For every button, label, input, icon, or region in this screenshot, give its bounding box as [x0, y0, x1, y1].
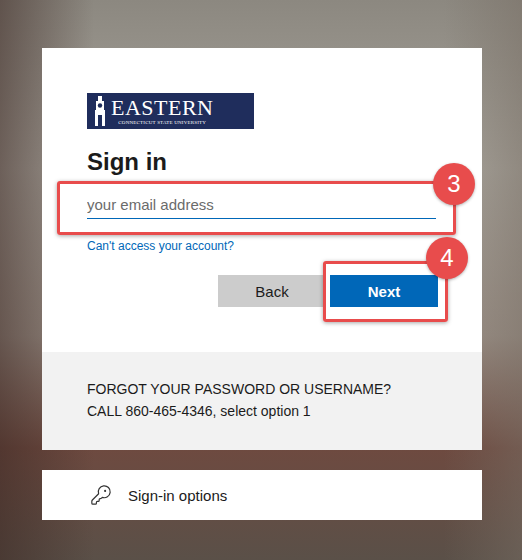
sign-in-card: EASTERNCONNECTICUT STATE UNIVERSITY Sign …	[42, 48, 482, 450]
university-logo: EASTERNCONNECTICUT STATE UNIVERSITY	[87, 93, 254, 129]
sign-in-title: Sign in	[87, 147, 436, 177]
email-input[interactable]	[87, 191, 436, 219]
sign-in-options[interactable]: Sign-in options	[42, 470, 482, 520]
logo-subtitle: CONNECTICUT STATE UNIVERSITY	[118, 119, 206, 126]
background-photo: EASTERNCONNECTICUT STATE UNIVERSITY Sign …	[0, 0, 522, 560]
logo-name: EASTERN	[111, 97, 214, 119]
cant-access-link[interactable]: Can't access your account?	[87, 239, 234, 253]
clock-tower-icon	[93, 95, 107, 127]
sign-in-options-label: Sign-in options	[128, 487, 227, 504]
key-icon	[90, 484, 112, 506]
primary-button[interactable]: Next	[330, 275, 438, 307]
help-footer: FORGOT YOUR PASSWORD OR USERNAME? CALL 8…	[42, 352, 482, 450]
step-badge: 3	[433, 163, 475, 205]
secondary-button[interactable]: Back	[218, 275, 326, 307]
email-highlight	[57, 181, 456, 235]
step-badge: 4	[426, 237, 468, 279]
